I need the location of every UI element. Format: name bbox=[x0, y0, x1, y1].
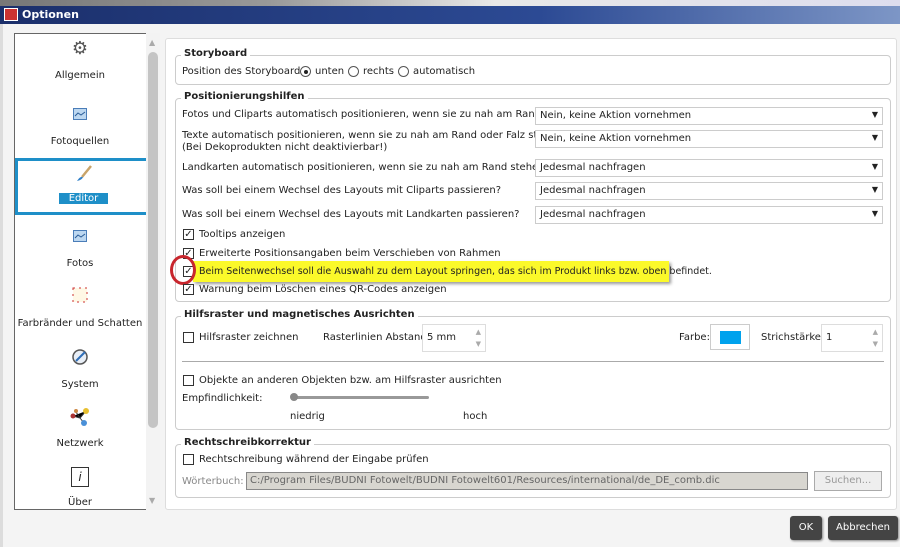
frame-icon bbox=[69, 286, 91, 308]
chevron-down-icon: ▼ bbox=[871, 185, 878, 194]
checkbox-rechtschreibung[interactable] bbox=[183, 454, 194, 465]
sidebar-item-farbraender[interactable]: Farbränder und Schatten bbox=[15, 286, 145, 329]
sensitivity-slider-track[interactable] bbox=[292, 396, 429, 399]
checkbox-label: Beim Seitenwechsel soll die Auswahl zu d… bbox=[199, 266, 712, 277]
select-value: Nein, keine Aktion vornehmen bbox=[540, 133, 692, 144]
checkbox-label: Erweiterte Positionsangaben beim Verschi… bbox=[199, 248, 501, 259]
slider-min-label: niedrig bbox=[290, 411, 325, 422]
sidebar-item-fotos[interactable]: Fotos bbox=[15, 226, 145, 269]
dictionary-path-input[interactable]: C:/Program Files/BUDNI Fotowelt/BUDNI Fo… bbox=[246, 472, 808, 490]
slider-max-label: hoch bbox=[463, 411, 488, 422]
checkbox-qr-warnung[interactable]: ✓ bbox=[183, 284, 194, 295]
stepper-arrows-icon[interactable]: ▲ ▼ bbox=[873, 326, 878, 350]
group-title: Storyboard bbox=[181, 48, 251, 59]
group-title: Hilfsraster und magnetisches Ausrichten bbox=[181, 309, 418, 320]
option-label: Was soll bei einem Wechsel des Layouts m… bbox=[182, 209, 520, 220]
checkbox-label: Tooltips anzeigen bbox=[199, 229, 286, 240]
select-layout-cliparts[interactable]: Jedesmal nachfragen ▼ bbox=[535, 182, 883, 200]
checkbox-label: Objekte an anderen Objekten bzw. am Hilf… bbox=[199, 375, 502, 386]
info-icon: i bbox=[71, 467, 89, 487]
color-swatch bbox=[720, 331, 741, 344]
option-note: (Bei Dekoprodukten nicht deaktivierbar!) bbox=[182, 142, 388, 153]
ok-button[interactable]: OK bbox=[790, 516, 822, 540]
sidebar-item-editor[interactable]: Editor bbox=[15, 158, 149, 215]
select-texte[interactable]: Nein, keine Aktion vornehmen ▼ bbox=[535, 130, 883, 148]
sidebar-item-allgemein[interactable]: ⚙ Allgemein bbox=[15, 38, 145, 81]
dictionary-path: C:/Program Files/BUDNI Fotowelt/BUDNI Fo… bbox=[250, 475, 720, 486]
scrollbar-thumb[interactable] bbox=[148, 52, 158, 428]
red-circle-annotation bbox=[170, 255, 196, 285]
select-fotos-cliparts[interactable]: Nein, keine Aktion vornehmen ▼ bbox=[535, 107, 883, 125]
sidebar-item-label: Editor bbox=[58, 193, 109, 204]
divider bbox=[182, 361, 884, 362]
group-title: Rechtschreibkorrektur bbox=[181, 437, 314, 448]
image-icon bbox=[69, 226, 91, 248]
brush-icon bbox=[73, 164, 95, 186]
sidebar-item-label: Netzwerk bbox=[56, 438, 104, 449]
color-picker-button[interactable] bbox=[710, 324, 750, 350]
sidebar-item-label: Fotoquellen bbox=[50, 136, 110, 147]
chevron-down-icon: ▼ bbox=[871, 133, 878, 142]
app-icon bbox=[4, 8, 18, 21]
sensitivity-label: Empfindlichkeit: bbox=[182, 393, 263, 404]
option-label: Texte automatisch positionieren, wenn si… bbox=[182, 130, 568, 141]
sidebar-item-label: Fotos bbox=[66, 258, 94, 269]
checkbox-hilfsraster[interactable] bbox=[183, 332, 194, 343]
sidebar-item-netzwerk[interactable]: Netzwerk bbox=[15, 406, 145, 449]
stroke-stepper[interactable]: 1 ▲ ▼ bbox=[821, 324, 883, 352]
select-value: Nein, keine Aktion vornehmen bbox=[540, 110, 692, 121]
radio-label: unten bbox=[315, 66, 345, 77]
chevron-down-icon: ▼ bbox=[871, 110, 878, 119]
sidebar-item-fotoquellen[interactable]: Fotoquellen bbox=[15, 104, 145, 147]
checkbox-objekte-ausrichten[interactable] bbox=[183, 375, 194, 386]
sidebar-item-label: Über bbox=[68, 497, 92, 508]
scroll-up-icon[interactable]: ▲ bbox=[149, 38, 155, 47]
sidebar-item-system[interactable]: System bbox=[15, 347, 145, 390]
radio-rechts[interactable] bbox=[348, 66, 359, 77]
checkbox-label: Hilfsraster zeichnen bbox=[199, 332, 299, 343]
stroke-label: Strichstärke: bbox=[761, 332, 825, 343]
spacing-value: 5 mm bbox=[427, 332, 457, 343]
stepper-arrows-icon[interactable]: ▲ ▼ bbox=[476, 326, 481, 350]
sidebar: ⚙ Allgemein Fotoquellen Editor Fotos Farb… bbox=[14, 33, 160, 510]
window-title: Optionen bbox=[22, 8, 79, 21]
storyboard-label: Position des Storyboards: bbox=[182, 66, 309, 77]
title-bar: Optionen bbox=[0, 6, 900, 24]
dictionary-label: Wörterbuch: bbox=[182, 476, 244, 487]
sidebar-item-ueber[interactable]: i Über bbox=[15, 467, 145, 508]
radio-automatisch[interactable] bbox=[398, 66, 409, 77]
stroke-value: 1 bbox=[826, 332, 833, 343]
spacing-label: Rasterlinien Abstand: bbox=[323, 332, 431, 343]
radio-unten[interactable] bbox=[300, 66, 311, 77]
radio-label: automatisch bbox=[413, 66, 476, 77]
option-label: Fotos und Cliparts automatisch positioni… bbox=[182, 109, 584, 120]
chevron-down-icon: ▼ bbox=[871, 162, 878, 171]
scroll-down-icon[interactable]: ▼ bbox=[149, 496, 155, 505]
search-button[interactable]: Suchen... bbox=[814, 471, 882, 491]
spacing-stepper[interactable]: 5 mm ▲ ▼ bbox=[422, 324, 486, 352]
select-layout-landkarten[interactable]: Jedesmal nachfragen ▼ bbox=[535, 206, 883, 224]
select-landkarten[interactable]: Jedesmal nachfragen ▼ bbox=[535, 159, 883, 177]
sensitivity-slider-handle[interactable] bbox=[290, 393, 298, 401]
select-value: Jedesmal nachfragen bbox=[540, 162, 646, 173]
sidebar-item-label: System bbox=[61, 379, 99, 390]
sidebar-item-label: Farbränder und Schatten bbox=[17, 318, 143, 329]
color-label: Farbe: bbox=[679, 332, 710, 343]
network-icon bbox=[69, 406, 91, 428]
option-label: Was soll bei einem Wechsel des Layouts m… bbox=[182, 185, 502, 196]
chevron-down-icon: ▼ bbox=[871, 209, 878, 218]
select-value: Jedesmal nachfragen bbox=[540, 185, 646, 196]
image-icon bbox=[69, 104, 91, 126]
select-value: Jedesmal nachfragen bbox=[540, 209, 646, 220]
group-title: Positionierungshilfen bbox=[181, 91, 308, 102]
checkbox-label: Warnung beim Löschen eines QR-Codes anze… bbox=[199, 284, 447, 295]
checkbox-tooltips[interactable]: ✓ bbox=[183, 229, 194, 240]
system-icon bbox=[69, 347, 91, 369]
checkbox-label: Rechtschreibung während der Eingabe prüf… bbox=[199, 454, 429, 465]
sidebar-item-label: Allgemein bbox=[55, 70, 105, 81]
gear-icon: ⚙ bbox=[71, 38, 89, 59]
option-label: Landkarten automatisch positionieren, we… bbox=[182, 162, 550, 173]
radio-label: rechts bbox=[363, 66, 395, 77]
cancel-button[interactable]: Abbrechen bbox=[828, 516, 898, 540]
